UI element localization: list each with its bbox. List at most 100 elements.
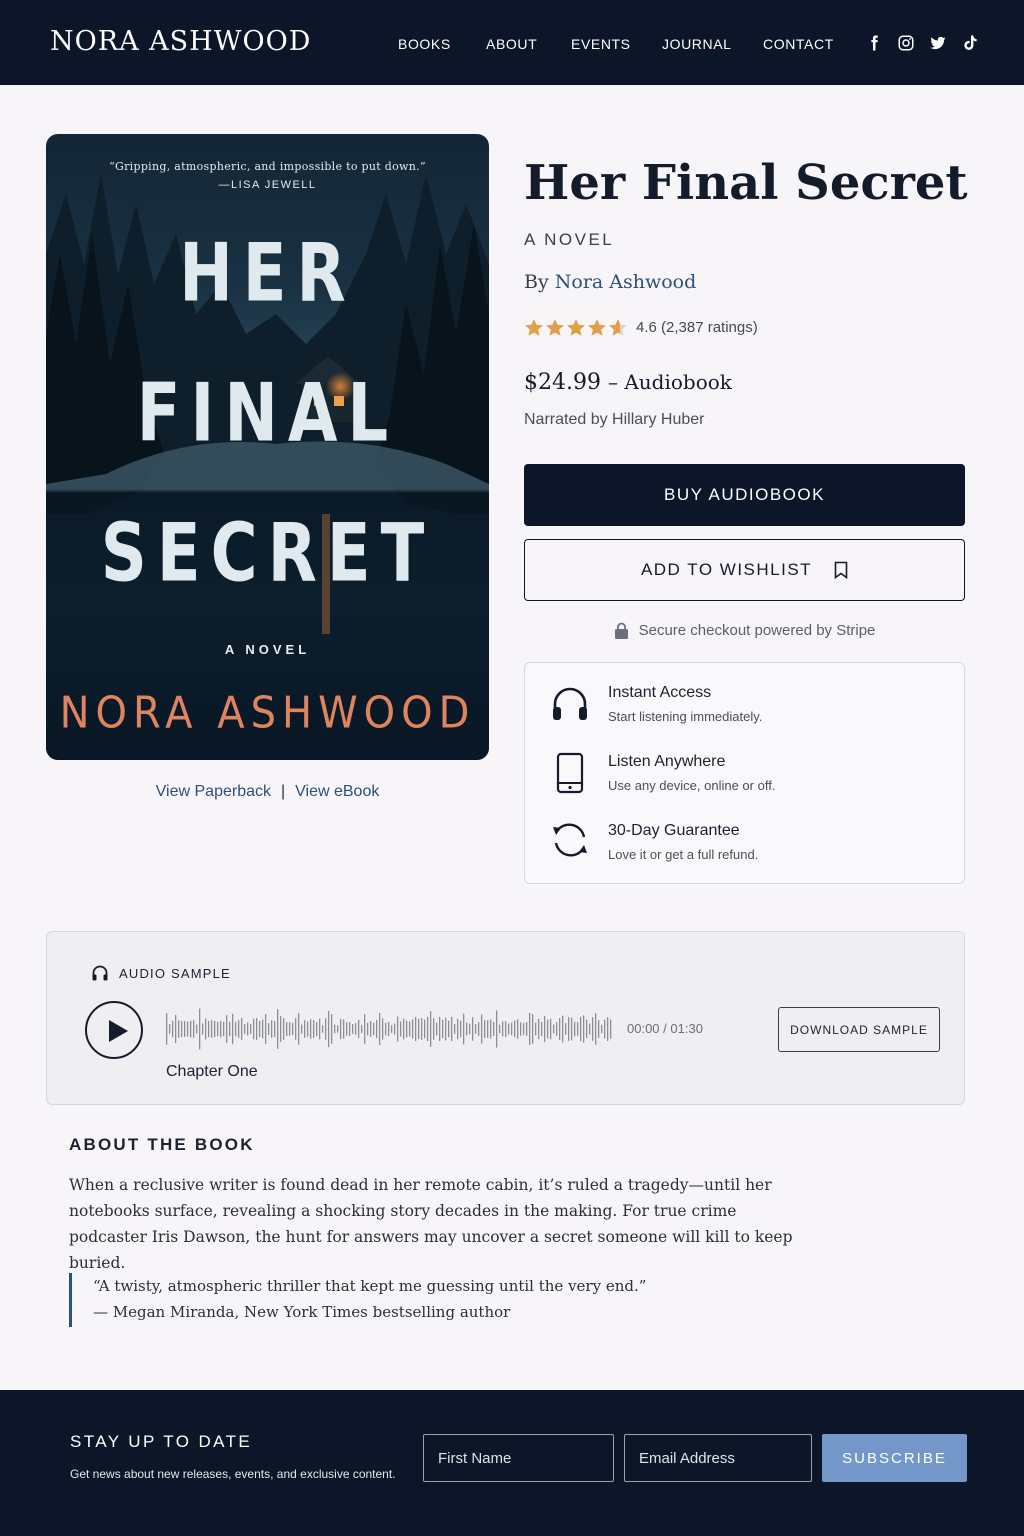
view-paperback-link[interactable]: View Paperback — [156, 783, 271, 800]
author-link[interactable]: Nora Ashwood — [555, 271, 697, 293]
nav-journal[interactable]: JOURNAL — [662, 36, 732, 52]
star-icon — [546, 319, 564, 336]
waveform-bar — [385, 1022, 387, 1036]
download-sample-button[interactable]: DOWNLOAD SAMPLE — [778, 1007, 940, 1052]
waveform-bar — [481, 1014, 483, 1044]
nav-books[interactable]: BOOKS — [398, 36, 451, 52]
waveform-bar — [496, 1010, 498, 1048]
waveform-bar — [238, 1020, 240, 1038]
waveform-bar — [235, 1021, 237, 1037]
waveform-bar — [592, 1017, 594, 1041]
first-name-input[interactable] — [423, 1434, 614, 1482]
cover-blurb-attribution: —LISA JEWELL — [218, 179, 317, 191]
waveform-bar — [493, 1021, 495, 1037]
waveform-bar — [343, 1019, 345, 1039]
buy-audiobook-button[interactable]: BUY AUDIOBOOK — [524, 464, 965, 526]
play-icon — [109, 1020, 128, 1042]
twitter-icon[interactable] — [929, 34, 947, 52]
waveform-bar — [601, 1024, 603, 1034]
edition-links: View Paperback | View eBook — [46, 783, 489, 801]
audio-sample-player: AUDIO SAMPLE 00:00 / 01:30 Chapter One D… — [46, 931, 965, 1105]
waveform-bar — [232, 1013, 234, 1045]
nav-contact[interactable]: CONTACT — [763, 36, 834, 52]
waveform-bar — [565, 1023, 567, 1035]
waveform[interactable] — [165, 1005, 613, 1053]
about-heading: ABOUT THE BOOK — [69, 1135, 255, 1154]
nav-events[interactable]: EVENTS — [571, 36, 631, 52]
secure-checkout-note: Secure checkout powered by Stripe — [524, 622, 965, 639]
waveform-bar — [490, 1019, 492, 1039]
waveform-bar — [400, 1021, 402, 1037]
waveform-bar — [508, 1023, 510, 1035]
waveform-bar — [379, 1012, 381, 1046]
waveform-bar — [298, 1013, 300, 1045]
total-time: 01:30 — [670, 1021, 703, 1036]
time-display: 00:00 / 01:30 — [627, 1021, 703, 1036]
waveform-bar — [424, 1019, 426, 1039]
waveform-bar — [250, 1024, 252, 1034]
features-panel: Instant Access Start listening immediate… — [524, 662, 965, 884]
star-icon — [609, 319, 627, 336]
waveform-bar — [388, 1021, 390, 1037]
nav-about[interactable]: ABOUT — [486, 36, 537, 52]
waveform-bar — [418, 1018, 420, 1040]
email-input[interactable] — [624, 1434, 812, 1482]
feature-desc: Start listening immediately. — [608, 709, 763, 724]
waveform-bar — [283, 1018, 285, 1040]
waveform-bar — [274, 1021, 276, 1037]
waveform-bar — [478, 1022, 480, 1036]
waveform-bar — [166, 1013, 168, 1045]
waveform-bar — [460, 1020, 462, 1038]
add-to-wishlist-button[interactable]: ADD TO WISHLIST — [524, 539, 965, 601]
waveform-bar — [355, 1023, 357, 1035]
waveform-bar — [184, 1021, 186, 1037]
tiktok-icon[interactable] — [961, 34, 979, 52]
instagram-icon[interactable] — [897, 34, 915, 52]
waveform-bar — [568, 1017, 570, 1041]
waveform-bar — [277, 1009, 279, 1049]
cover-author: NORA ASHWOOD — [59, 687, 476, 739]
waveform-bar — [520, 1022, 522, 1036]
waveform-bar — [406, 1020, 408, 1038]
waveform-bar — [337, 1025, 339, 1033]
waveform-bar — [226, 1015, 228, 1043]
format: – Audiobook — [607, 370, 732, 394]
waveform-bar — [172, 1020, 174, 1038]
waveform-bar — [457, 1018, 459, 1040]
cover-title-line: FINAL — [136, 367, 399, 461]
waveform-bar — [301, 1024, 303, 1034]
waveform-bar — [448, 1020, 450, 1038]
waveform-bar — [574, 1021, 576, 1037]
waveform-bar — [559, 1018, 561, 1040]
waveform-bar — [313, 1020, 315, 1038]
feature-title: Listen Anywhere — [608, 753, 726, 770]
waveform-bar — [397, 1016, 399, 1042]
smartphone-icon — [549, 752, 591, 794]
view-ebook-link[interactable]: View eBook — [295, 783, 379, 800]
waveform-bar — [598, 1020, 600, 1038]
waveform-bar — [322, 1025, 324, 1033]
waveform-bar — [553, 1024, 555, 1034]
waveform-bar — [217, 1021, 219, 1037]
newsletter-description: Get news about new releases, events, and… — [70, 1467, 396, 1481]
cover-title-line: SECRET — [100, 507, 435, 601]
waveform-bar — [409, 1021, 411, 1037]
waveform-bar — [394, 1023, 396, 1035]
play-button[interactable] — [85, 1001, 143, 1059]
star-rating — [524, 318, 628, 337]
narrator: Narrated by Hillary Huber — [524, 411, 705, 428]
cover-blurb: “Gripping, atmospheric, and impossible t… — [109, 160, 426, 173]
book-cover: “Gripping, atmospheric, and impossible t… — [46, 134, 489, 760]
waveform-bar — [196, 1024, 198, 1034]
star-icon — [588, 319, 606, 336]
waveform-bar — [604, 1019, 606, 1039]
waveform-bar — [262, 1019, 264, 1039]
site-header: NORA ASHWOOD BOOKS ABOUT EVENTS JOURNAL … — [0, 0, 1024, 85]
waveform-bar — [595, 1013, 597, 1045]
waveform-bar — [583, 1015, 585, 1043]
facebook-icon[interactable] — [865, 34, 883, 52]
subscribe-button[interactable]: SUBSCRIBE — [822, 1434, 967, 1482]
waveform-bar — [325, 1018, 327, 1040]
waveform-bar — [349, 1022, 351, 1036]
brand-logo[interactable]: NORA ASHWOOD — [50, 26, 311, 57]
